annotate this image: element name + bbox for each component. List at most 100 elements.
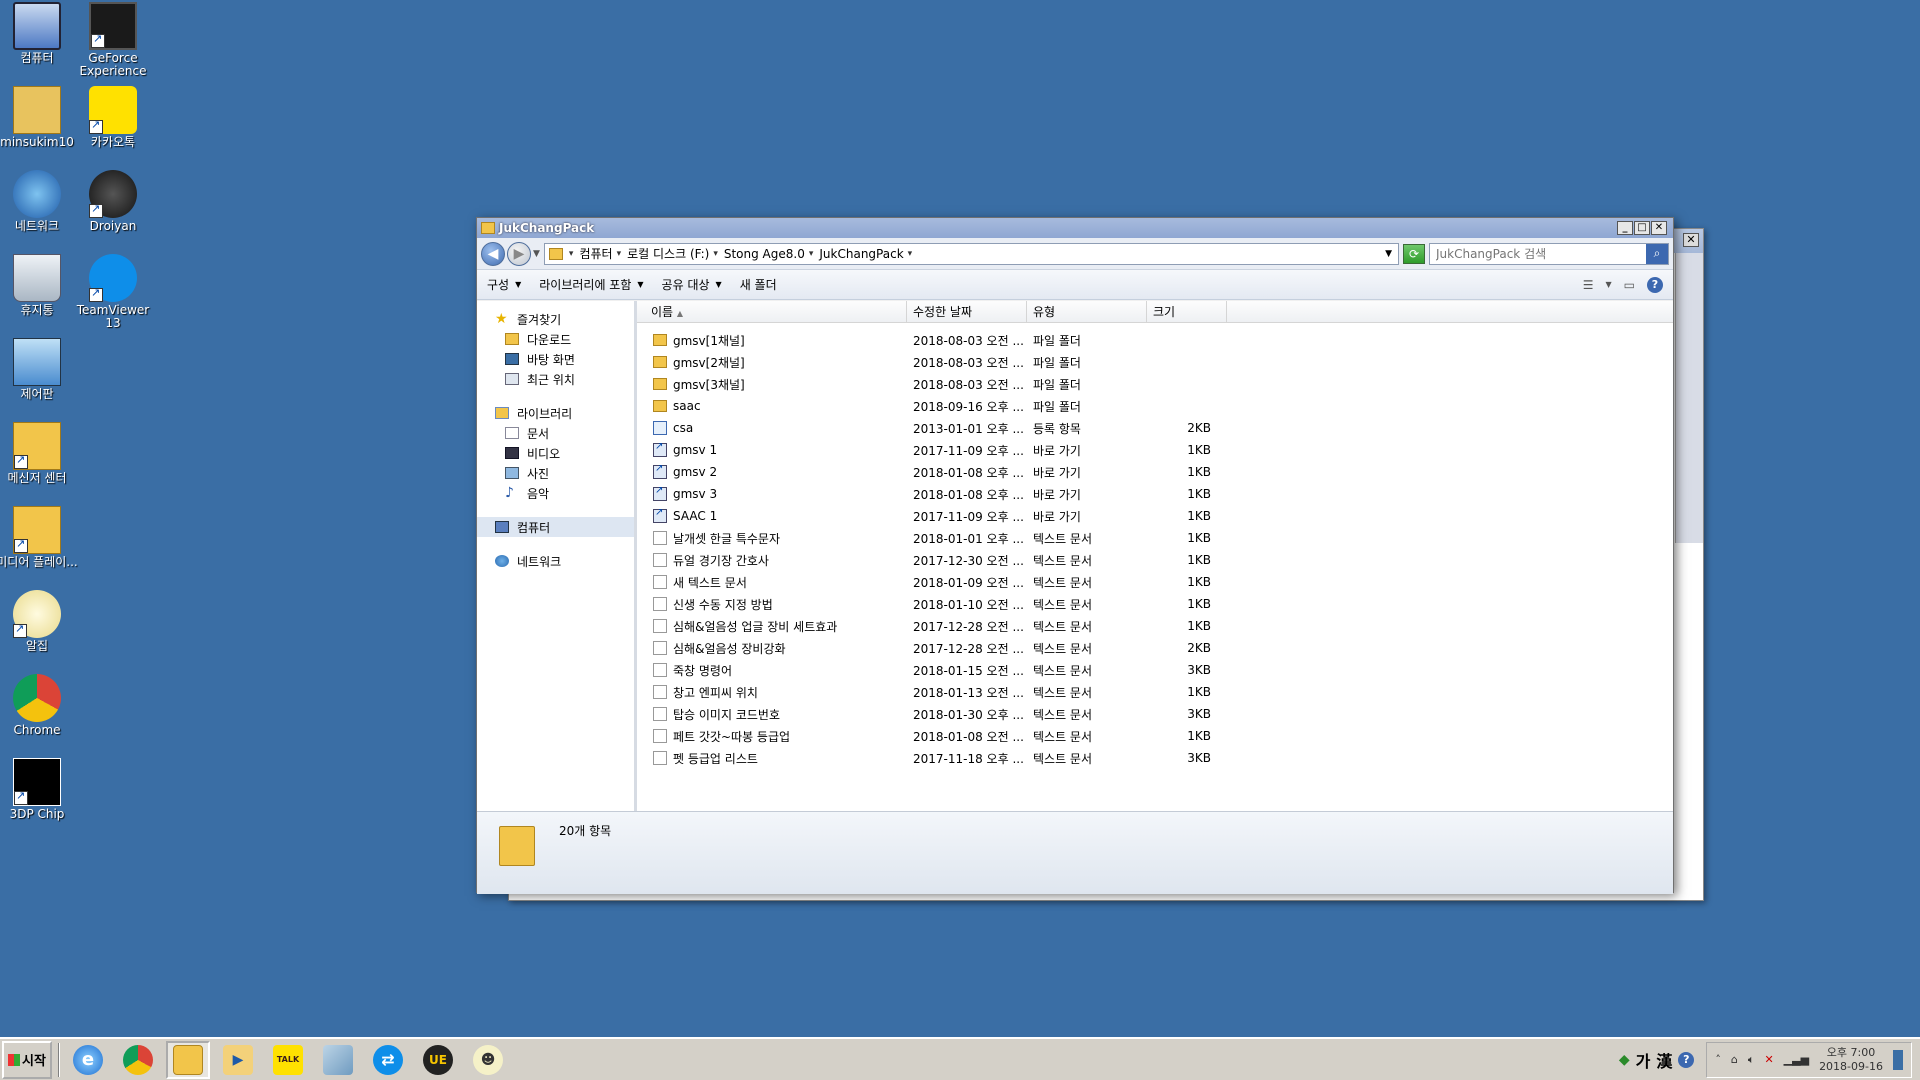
file-row[interactable]: 죽창 명령어 2018-01-15 오전 ... 텍스트 문서 3KB	[637, 659, 1673, 681]
file-row[interactable]: 새 텍스트 문서 2018-01-09 오전 ... 텍스트 문서 1KB	[637, 571, 1673, 593]
share-button[interactable]: 공유 대상 ▼	[662, 276, 722, 293]
column-header-name[interactable]: 이름 ▲	[637, 300, 907, 323]
desktop-icon-teamviewer[interactable]: TeamViewer 13	[70, 254, 156, 330]
desktop-icon-chrome[interactable]: Chrome	[0, 674, 80, 737]
nav-computer[interactable]: 컴퓨터	[477, 517, 634, 537]
desktop-icon-control-panel[interactable]: 제어판	[0, 338, 80, 401]
close-button[interactable]: ✕	[1651, 221, 1667, 235]
file-row[interactable]: gmsv 2 2018-01-08 오후 ... 바로 가기 1KB	[637, 461, 1673, 483]
taskbar-explorer[interactable]	[166, 1040, 210, 1079]
nav-network[interactable]: 네트워크	[477, 551, 634, 571]
help-icon[interactable]: ?	[1647, 276, 1663, 293]
desktop-icon-droiyan[interactable]: Droiyan	[70, 170, 156, 233]
search-icon[interactable]: ⌕	[1646, 243, 1668, 264]
file-row[interactable]: csa 2013-01-01 오후 ... 등록 항목 2KB	[637, 417, 1673, 439]
nav-favorites[interactable]: ★ 즐겨찾기	[477, 309, 634, 329]
nav-downloads[interactable]: 다운로드	[477, 329, 634, 349]
column-header-type[interactable]: 유형	[1027, 300, 1147, 323]
file-row[interactable]: 페트 갓갓~따봉 등급업 2018-01-08 오전 ... 텍스트 문서 1KB	[637, 725, 1673, 747]
file-row[interactable]: 창고 엔피씨 위치 2018-01-13 오전 ... 텍스트 문서 1KB	[637, 681, 1673, 703]
search-input[interactable]	[1436, 246, 1646, 261]
system-clock[interactable]: 오후 7:00 2018-09-16	[1819, 1046, 1883, 1074]
file-row[interactable]: 날개셋 한글 특수문자 2018-01-01 오후 ... 텍스트 문서 1KB	[637, 527, 1673, 549]
back-button[interactable]: ◀	[481, 241, 505, 266]
file-row[interactable]: 펫 등급업 리스트 2017-11-18 오후 ... 텍스트 문서 3KB	[637, 747, 1673, 769]
address-dropdown-icon[interactable]: ▼	[1385, 249, 1392, 259]
chevron-down-icon[interactable]: ▾	[617, 249, 622, 259]
nav-videos[interactable]: 비디오	[477, 443, 634, 463]
include-library-button[interactable]: 라이브러리에 포함 ▼	[539, 276, 643, 293]
chevron-down-icon[interactable]: ▾	[908, 249, 913, 259]
desktop-icon-3dp-chip[interactable]: 3DP Chip	[0, 758, 80, 821]
desktop-icon-computer[interactable]: 컴퓨터	[0, 2, 80, 65]
refresh-button[interactable]: ⟳	[1403, 243, 1425, 264]
file-row[interactable]: 심해&얼음성 장비강화 2017-12-28 오전 ... 텍스트 문서 2KB	[637, 637, 1673, 659]
organize-button[interactable]: 구성 ▼	[487, 276, 521, 293]
taskbar-media-player[interactable]: ▶	[216, 1041, 260, 1079]
desktop-icon-recycle-bin[interactable]: 휴지통	[0, 254, 80, 317]
taskbar-teamviewer[interactable]: ⇄	[366, 1041, 410, 1079]
nav-desktop[interactable]: 바탕 화면	[477, 349, 634, 369]
desktop-icon-media-player[interactable]: 미디어 플레이...	[0, 506, 80, 569]
breadcrumb-computer[interactable]: 컴퓨터	[579, 245, 612, 262]
desktop-icon-geforce[interactable]: GeForce Experience	[70, 2, 156, 78]
taskbar-chrome[interactable]	[116, 1041, 160, 1079]
desktop-icon-messenger-center[interactable]: 메신저 센터	[0, 422, 80, 485]
chevron-down-icon[interactable]: ▾	[713, 249, 718, 259]
show-hidden-icons-icon[interactable]: ˄	[1715, 1053, 1721, 1066]
taskbar-internet-explorer[interactable]: e	[66, 1041, 110, 1079]
taskbar-eraser-app[interactable]	[316, 1041, 360, 1079]
network-status-icon[interactable]: ✕	[1764, 1053, 1773, 1066]
file-row[interactable]: SAAC 1 2017-11-09 오후 ... 바로 가기 1KB	[637, 505, 1673, 527]
nav-pictures[interactable]: 사진	[477, 463, 634, 483]
file-row[interactable]: gmsv[1채널] 2018-08-03 오전 ... 파일 폴더	[637, 329, 1673, 351]
file-row[interactable]: gmsv[3채널] 2018-08-03 오전 ... 파일 폴더	[637, 373, 1673, 395]
chevron-down-icon[interactable]: ▾	[569, 249, 574, 259]
desktop-icon-user-folder[interactable]: minsukim10	[0, 86, 80, 149]
file-row[interactable]: 듀얼 경기장 간호사 2017-12-30 오전 ... 텍스트 문서 1KB	[637, 549, 1673, 571]
preview-pane-icon[interactable]: ▭	[1624, 278, 1635, 292]
column-header-date[interactable]: 수정한 날짜	[907, 300, 1027, 323]
file-row[interactable]: gmsv 3 2018-01-08 오후 ... 바로 가기 1KB	[637, 483, 1673, 505]
show-desktop-icon[interactable]	[1893, 1049, 1903, 1070]
file-row[interactable]: 탑승 이미지 코드번호 2018-01-30 오후 ... 텍스트 문서 3KB	[637, 703, 1673, 725]
signal-bars-icon[interactable]: ▁▃▅	[1784, 1053, 1809, 1066]
nav-music[interactable]: ♪ 음악	[477, 483, 634, 503]
file-row[interactable]: gmsv 1 2017-11-09 오후 ... 바로 가기 1KB	[637, 439, 1673, 461]
help-icon[interactable]: ?	[1678, 1051, 1695, 1068]
search-box[interactable]: ⌕	[1429, 242, 1669, 265]
view-options-icon[interactable]: ☰	[1583, 278, 1594, 292]
nav-libraries[interactable]: 라이브러리	[477, 403, 634, 423]
volume-icon[interactable]: 🔈︎	[1748, 1053, 1755, 1067]
ime-indicator[interactable]: ◆ 가 漢 ?	[1619, 1048, 1695, 1072]
chevron-down-icon[interactable]: ▼	[1606, 280, 1612, 289]
window-titlebar[interactable]: JukChangPack _ □ ✕	[477, 218, 1673, 238]
taskbar-kakaotalk[interactable]: TALK	[266, 1041, 310, 1079]
forward-button[interactable]: ▶	[507, 241, 531, 266]
file-row[interactable]: 심해&얼음성 업글 장비 세트효과 2017-12-28 오전 ... 텍스트 문서…	[637, 615, 1673, 637]
new-folder-button[interactable]: 새 폴더	[740, 276, 777, 293]
taskbar-alzip[interactable]: ☻	[466, 1041, 510, 1079]
file-row[interactable]: gmsv[2채널] 2018-08-03 오전 ... 파일 폴더	[637, 351, 1673, 373]
file-row[interactable]: 신생 수동 지정 방법 2018-01-10 오전 ... 텍스트 문서 1KB	[637, 593, 1673, 615]
nav-documents[interactable]: 문서	[477, 423, 634, 443]
safely-remove-hardware-icon[interactable]: ⌂	[1731, 1053, 1738, 1066]
address-bar[interactable]: ▾ 컴퓨터 ▾ 로컬 디스크 (F:) ▾ Stong Age8.0 ▾ Juk…	[543, 242, 1399, 265]
background-window-close-button[interactable]: ✕	[1683, 233, 1699, 247]
maximize-button[interactable]: □	[1634, 221, 1650, 235]
desktop-icon-network[interactable]: 네트워크	[0, 170, 80, 233]
taskbar-ultraedit[interactable]: UE	[416, 1041, 460, 1079]
breadcrumb-jukchangpack[interactable]: JukChangPack	[819, 247, 903, 261]
desktop-icon-alzip[interactable]: 알집	[0, 590, 80, 653]
breadcrumb-stong-age[interactable]: Stong Age8.0	[724, 247, 805, 261]
minimize-button[interactable]: _	[1617, 221, 1633, 235]
desktop-icon-label: 네트워크	[14, 219, 60, 233]
nav-recent[interactable]: 최근 위치	[477, 369, 634, 389]
recent-pages-dropdown[interactable]: ▼	[533, 249, 540, 259]
breadcrumb-local-disk[interactable]: 로컬 디스크 (F:)	[627, 245, 709, 262]
start-button[interactable]: 시작	[2, 1040, 52, 1079]
chevron-down-icon[interactable]: ▾	[809, 249, 814, 259]
column-header-size[interactable]: 크기	[1147, 300, 1227, 323]
desktop-icon-kakaotalk[interactable]: 카카오톡	[70, 86, 156, 149]
file-row[interactable]: saac 2018-09-16 오후 ... 파일 폴더	[637, 395, 1673, 417]
